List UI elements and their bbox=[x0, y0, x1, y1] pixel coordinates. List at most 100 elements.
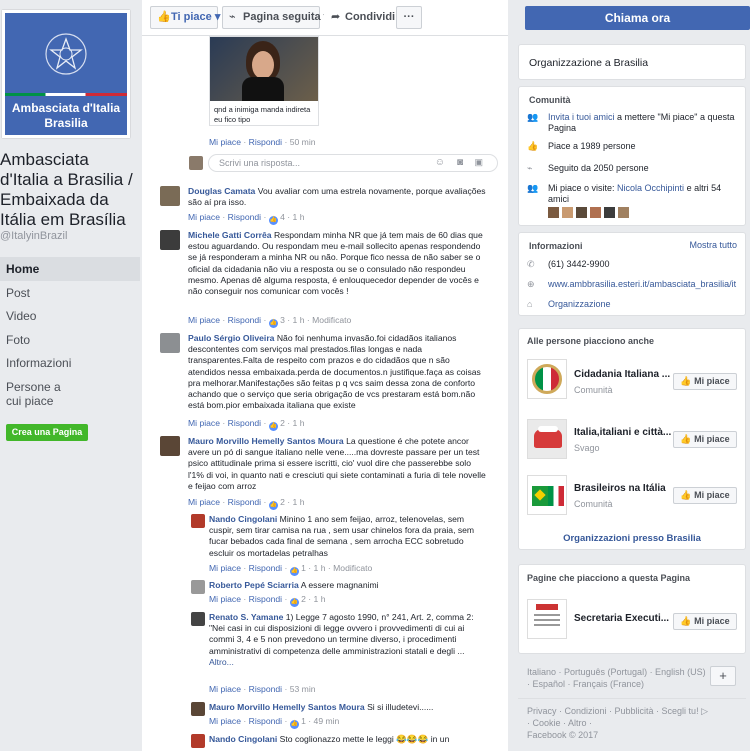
comment-author[interactable]: Michele Gatti Corrêa bbox=[188, 230, 272, 240]
nav-item-informazioni[interactable]: Informazioni bbox=[0, 351, 140, 375]
reply-author[interactable]: Renato S. Yamane bbox=[209, 612, 283, 622]
camera-icon[interactable]: ◙ bbox=[457, 157, 463, 168]
page-thumbnail[interactable] bbox=[527, 359, 567, 399]
reply-link[interactable]: Rispondi bbox=[249, 594, 282, 604]
reply-author[interactable]: Roberto Pepé Sciarria bbox=[209, 580, 299, 590]
like-link[interactable]: Mi piace bbox=[188, 315, 220, 325]
friend-avatars[interactable] bbox=[548, 207, 648, 219]
reply-link[interactable]: Rispondi bbox=[249, 716, 282, 726]
language-line-1[interactable]: Italiano · Português (Portugal) · Englis… bbox=[527, 666, 717, 678]
rss-icon: ⌁ bbox=[527, 163, 533, 173]
nav-item-persone[interactable]: Persone a cui piace bbox=[0, 375, 70, 409]
reply-link[interactable]: Rispondi bbox=[249, 684, 282, 694]
reply-author[interactable]: Mauro Morvillo Hemelly Santos Moura bbox=[209, 702, 365, 712]
reply-image-card[interactable]: qnd a inimiga manda indireta eu fico tip… bbox=[209, 36, 319, 126]
comment: Paulo Sérgio Oliveira Não foi nenhuma in… bbox=[188, 333, 481, 411]
reply-link[interactable]: Rispondi bbox=[228, 212, 261, 222]
website-link[interactable]: www.ambbrasilia.esteri.it/ambasciata_bra… bbox=[548, 279, 738, 290]
like-link[interactable]: Mi piace bbox=[209, 594, 241, 604]
like-link[interactable]: Mi piace bbox=[209, 563, 241, 573]
show-all-link[interactable]: Mostra tutto bbox=[689, 240, 737, 250]
like-page-button[interactable]: 👍 Mi piace bbox=[673, 373, 737, 390]
comment-author[interactable]: Paulo Sérgio Oliveira bbox=[188, 333, 274, 343]
friend-link[interactable]: Nicola Occhipinti bbox=[617, 183, 684, 193]
comment-author[interactable]: Mauro Morvillo Hemelly Santos Moura bbox=[188, 436, 344, 446]
reply-author[interactable]: Nando Cingolani bbox=[209, 734, 277, 744]
reply-image bbox=[210, 37, 318, 101]
liked-pages-title: Pagine che piacciono a questa Pagina bbox=[527, 573, 691, 583]
nav-item-post[interactable]: Post bbox=[0, 281, 140, 305]
like-link[interactable]: Mi piace bbox=[188, 212, 220, 222]
like-link[interactable]: Mi piace bbox=[188, 497, 220, 507]
page-thumbnail[interactable] bbox=[527, 599, 567, 639]
add-language-button[interactable]: + bbox=[710, 666, 736, 686]
see-more-link[interactable]: Altro... bbox=[209, 657, 234, 667]
reply-link[interactable]: Rispondi bbox=[228, 497, 261, 507]
reply-link[interactable]: Rispondi bbox=[228, 315, 261, 325]
emoji-icon[interactable]: ☺ bbox=[435, 157, 445, 168]
comment: Michele Gatti Corrêa Respondam minha NR … bbox=[188, 230, 483, 297]
footer-links-line-1[interactable]: Privacy · Condizioni · Pubblicità · Sceg… bbox=[527, 705, 747, 717]
reply-link[interactable]: Rispondi bbox=[228, 418, 261, 428]
profile-label: Ambasciata d'Italia Brasilia bbox=[11, 101, 121, 130]
language-line-2[interactable]: · Español · Français (France) bbox=[527, 678, 717, 690]
like-page-button[interactable]: 👍 Mi piace bbox=[673, 431, 737, 448]
reply-input[interactable]: Scrivi una risposta... ☺ ◙ ▣ bbox=[208, 154, 498, 172]
comment-author[interactable]: Douglas Camata bbox=[188, 186, 255, 196]
page-thumbnail[interactable] bbox=[527, 475, 567, 515]
liked-page-name[interactable]: Secretaria Executi... bbox=[574, 613, 672, 624]
like-page-button[interactable]: 👍 Mi piace bbox=[673, 613, 737, 630]
page-handle[interactable]: @ItalyinBrazil bbox=[0, 230, 67, 242]
avatar bbox=[160, 333, 180, 353]
like-link[interactable]: Mi piace bbox=[209, 137, 241, 147]
like-link[interactable]: Mi piace bbox=[188, 418, 220, 428]
italian-flag-stripe bbox=[5, 93, 127, 96]
more-options-button[interactable]: ··· bbox=[396, 6, 422, 29]
comment-meta: Mi piace · Rispondi · 👍 2 · 1 h bbox=[188, 497, 305, 510]
reply: Renato S. Yamane 1) Legge 7 agosto 1990,… bbox=[209, 612, 474, 667]
comment-meta: Mi piace · Rispondi · 👍 4 · 1 h bbox=[188, 212, 305, 225]
like-link[interactable]: Mi piace bbox=[209, 716, 241, 726]
page-thumbnail[interactable] bbox=[527, 419, 567, 459]
more-organizations-link[interactable]: Organizzazioni presso Brasilia bbox=[519, 533, 745, 544]
nav-item-foto[interactable]: Foto bbox=[0, 328, 140, 352]
reply-author[interactable]: Nando Cingolani bbox=[209, 514, 277, 524]
reply-link[interactable]: Rispondi bbox=[249, 137, 282, 147]
like-link[interactable]: Mi piace bbox=[209, 684, 241, 694]
footer-links-line-2[interactable]: · Cookie · Altro · bbox=[527, 717, 747, 729]
liked-pages-box: Pagine che piacciono a questa Pagina Sec… bbox=[518, 564, 746, 654]
share-button[interactable]: ➦ Condividi bbox=[324, 6, 395, 29]
avatar bbox=[191, 734, 205, 748]
emblem-icon bbox=[45, 33, 87, 75]
reply-link[interactable]: Rispondi bbox=[249, 563, 282, 573]
like-count-icon: 👍 bbox=[289, 720, 299, 729]
thumbs-up-icon: 👍 bbox=[680, 616, 692, 626]
like-count-icon: 👍 bbox=[289, 567, 299, 576]
nav-item-video[interactable]: Video bbox=[0, 304, 140, 328]
like-count-icon: 👍 bbox=[289, 598, 299, 607]
invite-friends-link[interactable]: Invita i tuoi amici bbox=[548, 112, 615, 122]
category-link[interactable]: Organizzazione bbox=[548, 299, 738, 310]
suggested-page-name[interactable]: Brasileiros na Itália bbox=[574, 483, 674, 494]
nav-item-home[interactable]: Home bbox=[0, 257, 140, 281]
reply-meta: Mi piace · Rispondi · 50 min bbox=[209, 137, 316, 147]
call-now-button[interactable]: Chiama ora bbox=[525, 6, 750, 30]
thumbs-up-icon: 👍 bbox=[527, 141, 539, 151]
reply-meta: Mi piace · Rispondi · 53 min bbox=[209, 684, 316, 694]
profile-picture[interactable]: Ambasciata d'Italia Brasilia bbox=[2, 10, 130, 138]
follow-page-button[interactable]: ⌁Pagina seguita ▾ bbox=[222, 6, 329, 29]
share-arrow-icon: ➦ bbox=[331, 11, 341, 23]
info-box: Informazioni Mostra tutto ✆ (61) 3442-990… bbox=[518, 232, 746, 316]
page-action-bar: 👍Ti piace ▾ ⌁Pagina seguita ▾ ➦Condividi… bbox=[142, 0, 508, 36]
suggested-page-name[interactable]: Cidadania Italiana ... bbox=[574, 369, 674, 380]
suggested-title: Alle persone piacciono anche bbox=[527, 336, 655, 346]
suggested-page-category: Comunità bbox=[574, 499, 613, 509]
gif-icon[interactable]: ▣ bbox=[474, 157, 483, 168]
like-count-icon: 👍 bbox=[268, 216, 278, 225]
create-page-button[interactable]: Crea una Pagina bbox=[6, 424, 88, 441]
like-page-button[interactable]: 👍Ti piace ▾ bbox=[150, 6, 220, 29]
suggested-page-name[interactable]: Italia,italiani e città... bbox=[574, 427, 674, 438]
avatar bbox=[189, 156, 203, 170]
like-page-button[interactable]: 👍 Mi piace bbox=[673, 487, 737, 504]
comments-feed: qnd a inimiga manda indireta eu fico tip… bbox=[142, 36, 508, 751]
